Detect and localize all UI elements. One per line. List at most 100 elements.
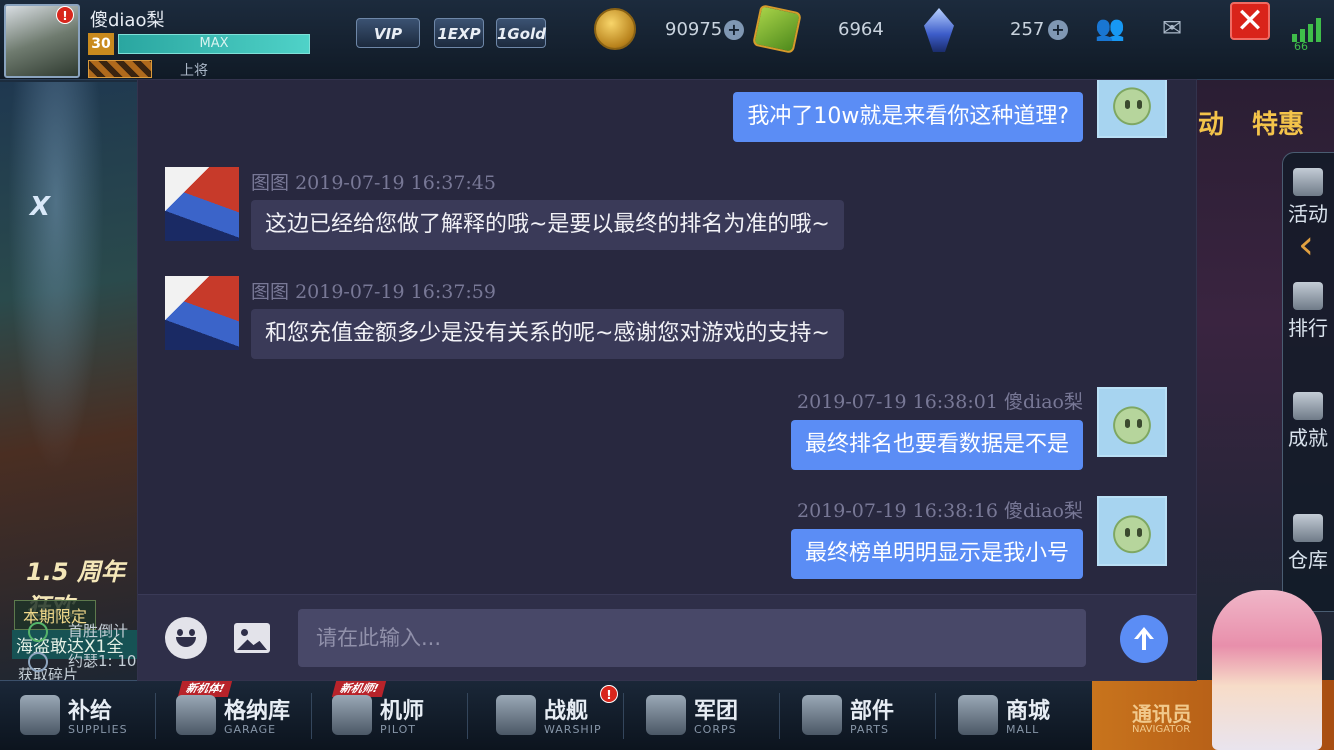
exp-boost-badge[interactable]: 1EXP (434, 18, 484, 48)
nav-label-en: PARTS (850, 723, 889, 736)
nav-divider (623, 693, 624, 739)
gold-boost-badge[interactable]: 1Gold (496, 18, 546, 48)
user-avatar (1097, 496, 1167, 566)
avatar-eye (1125, 419, 1130, 428)
side-tab-label: 仓库 (1288, 548, 1328, 572)
chat-bubble-incoming: 这边已经给您做了解释的哦~是要以最终的排名为准的哦~ (251, 200, 844, 250)
send-button[interactable] (1120, 615, 1168, 663)
side-tab-warehouse[interactable]: 仓库 (1284, 514, 1332, 572)
nav-label: 军团 (694, 699, 739, 724)
nav-divider (935, 693, 936, 739)
avatar-eye (1137, 528, 1142, 537)
message-time: 2019-07-19 16:38:01 (797, 391, 998, 413)
customer-service-chat: 我冲了10w就是来看你这种道理? 图图 2019-07-19 16:37:45 … (138, 80, 1196, 680)
chat-bubble-outgoing: 我冲了10w就是来看你这种道理? (733, 92, 1083, 142)
side-tab-activity[interactable]: 活动 (1284, 168, 1332, 226)
friends-icon[interactable]: 👥 (1092, 12, 1128, 44)
vip-badge[interactable]: VIP (356, 18, 420, 48)
side-tab-ranking[interactable]: 排行 (1284, 282, 1332, 340)
mail-icon[interactable]: ✉ (1154, 12, 1190, 44)
parts-icon (802, 695, 842, 735)
cube-currency-icon (752, 4, 802, 54)
event-label-special[interactable]: 特惠 (1252, 104, 1304, 141)
date-row[interactable]: 约瑟1: 10 (28, 650, 136, 672)
message-time: 2019-07-19 16:37:59 (295, 281, 496, 303)
image-mountain (237, 639, 267, 650)
avatar-eye (1137, 100, 1142, 109)
sender-name: 图图 (251, 281, 290, 303)
navigator-label: 通讯员 (1132, 702, 1192, 726)
emoji-eye (177, 629, 183, 636)
nav-label: 战舰 (544, 699, 589, 724)
top-status-bar: ! 傻diao梨 30 MAX 上将 VIP 1EXP 1Gold 90975 … (0, 0, 1334, 80)
side-tab-label: 活动 (1288, 202, 1328, 226)
player-level: 30 (88, 33, 114, 55)
chat-bubble-outgoing: 最终排名也要看数据是不是 (790, 420, 1083, 470)
message-header: 图图 2019-07-19 16:37:45 (251, 168, 496, 195)
clock-icon (28, 621, 48, 642)
avatar-alert-icon: ! (56, 6, 74, 24)
warehouse-icon (1293, 514, 1323, 542)
globe-icon (28, 651, 48, 672)
crystal-icon (924, 8, 954, 52)
side-tab-achievement[interactable]: 成就 (1284, 392, 1332, 450)
nav-corps[interactable]: 军团 CORPS (626, 689, 782, 745)
add-crystal-button[interactable]: + (1048, 20, 1068, 40)
chat-message-input[interactable] (298, 609, 1086, 667)
crystal-amount: 257 (1010, 19, 1045, 40)
chat-input-bar (138, 594, 1196, 680)
trophy-icon (1293, 282, 1323, 310)
supplies-icon (20, 695, 60, 735)
nav-divider (779, 693, 780, 739)
nav-garage[interactable]: 新机体! 格纳库 GARAGE (156, 681, 312, 745)
cube-amount: 6964 (838, 19, 884, 40)
garage-icon (176, 695, 216, 735)
nav-label: 补给 (68, 699, 113, 724)
emoji-eye (189, 629, 195, 636)
gold-coin-icon (594, 8, 636, 50)
avatar-eye (1125, 528, 1130, 537)
emoji-icon[interactable] (165, 617, 207, 659)
message-header: 图图 2019-07-19 16:37:59 (251, 277, 496, 304)
event-banner[interactable]: X 1.5 周年狂欢 本期限定 海盗敢达X1全 获取碎片 (0, 82, 140, 684)
message-header: 2019-07-19 16:38:16 傻diao梨 (797, 496, 1083, 523)
gold-amount: 90975 (665, 19, 723, 40)
date-row-label: 约瑟1: 10 (68, 652, 137, 670)
first-win-countdown[interactable]: 首胜倒计 (28, 620, 128, 642)
nav-pilot[interactable]: 新机师! 机师 PILOT (312, 681, 468, 745)
user-avatar (1097, 80, 1167, 138)
nav-label: 机师 (380, 699, 425, 724)
image-sun (241, 629, 248, 636)
chevron-left-icon[interactable]: ‹ (1298, 222, 1314, 268)
event-label-left[interactable]: 动 (1198, 104, 1224, 141)
nav-supplies[interactable]: 补给 SUPPLIES (0, 689, 156, 745)
side-tab-label: 排行 (1288, 316, 1328, 340)
nav-label: 部件 (850, 699, 895, 724)
sender-name: 图图 (251, 172, 290, 194)
nav-label: 格纳库 (224, 699, 291, 724)
nav-label-en: WARSHIP (544, 723, 602, 736)
agent-avatar (165, 276, 239, 350)
nav-warship[interactable]: ! 战舰 WARSHIP (476, 685, 632, 745)
chat-message-list[interactable]: 我冲了10w就是来看你这种道理? 图图 2019-07-19 16:37:45 … (138, 80, 1196, 594)
add-gold-button[interactable]: + (724, 20, 744, 40)
user-avatar (1097, 387, 1167, 457)
corps-icon (646, 695, 686, 735)
chat-bubble-incoming: 和您充值金额多少是没有关系的呢~感谢您对游戏的支持~ (251, 309, 844, 359)
emoji-mouth (176, 637, 196, 647)
pilot-icon (332, 695, 372, 735)
player-name: 傻diao梨 (90, 10, 165, 31)
nav-parts[interactable]: 部件 PARTS (782, 689, 938, 745)
player-rank: 上将 (180, 63, 208, 79)
nav-mall[interactable]: 商城 MALL (938, 689, 1094, 745)
message-time: 2019-07-19 16:38:16 (797, 500, 998, 522)
first-win-label: 首胜倒计 (68, 622, 129, 640)
rank-badge-icon (88, 60, 152, 78)
image-upload-icon[interactable] (234, 623, 270, 653)
side-tab-label: 成就 (1288, 426, 1328, 450)
close-chat-button[interactable]: ✕ (1230, 2, 1270, 40)
navigator-character[interactable] (1212, 590, 1322, 750)
chat-bubble-outgoing: 最终榜单明明显示是我小号 (790, 529, 1083, 579)
avatar-eye (1125, 100, 1130, 109)
xp-bar: MAX (118, 34, 310, 54)
